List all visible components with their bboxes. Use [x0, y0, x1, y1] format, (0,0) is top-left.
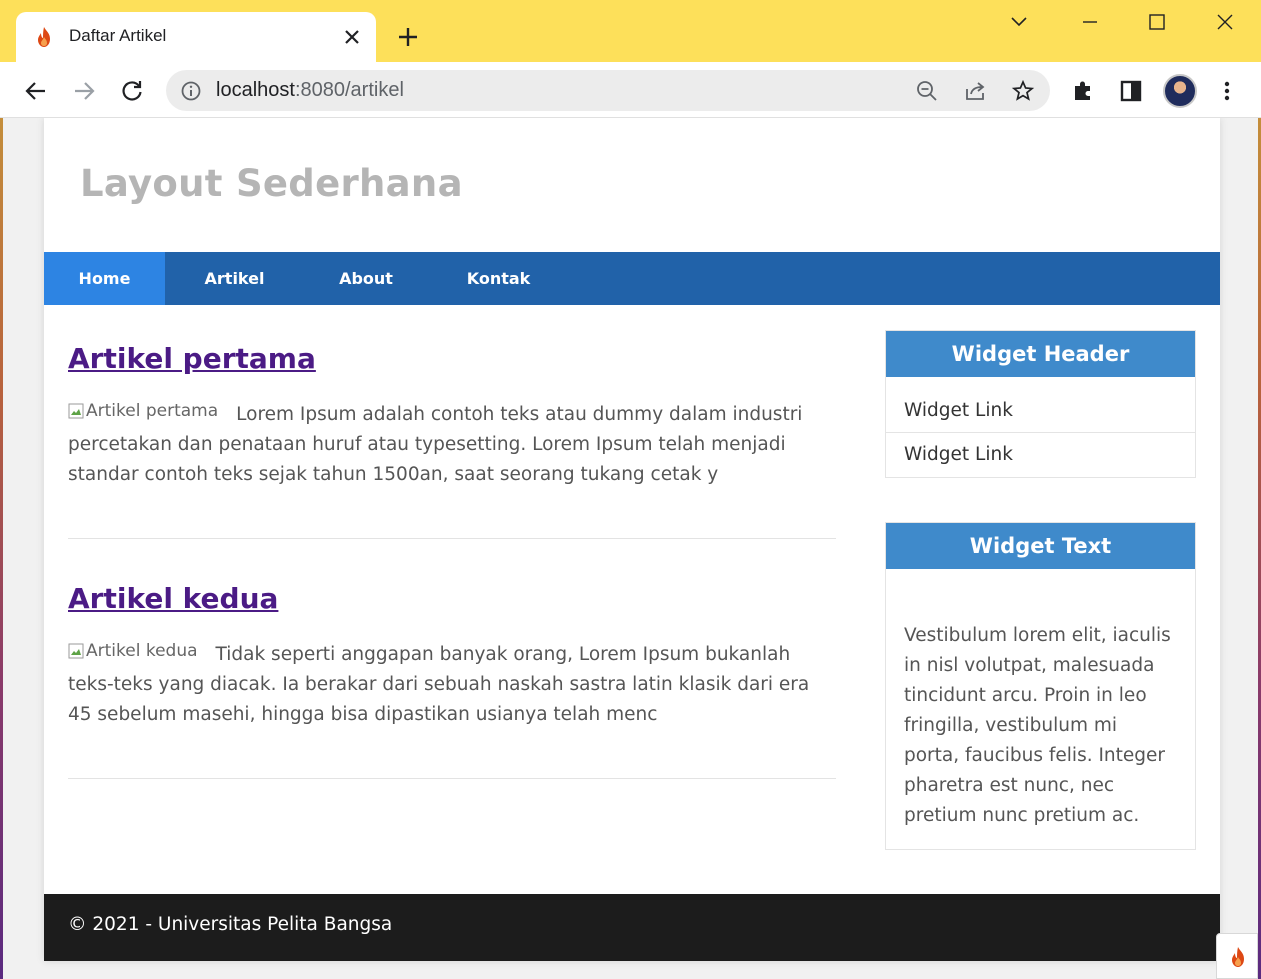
broken-image-icon: [68, 643, 84, 659]
debug-toolbar-toggle[interactable]: [1216, 933, 1258, 979]
side-panel-icon[interactable]: [1118, 78, 1144, 104]
reload-icon[interactable]: [119, 78, 145, 104]
puzzle-icon[interactable]: [1070, 78, 1096, 104]
codeigniter-flame-icon: [1232, 947, 1244, 967]
broken-image-icon: [68, 403, 84, 419]
page-container: Layout Sederhana Home Artikel About Kont…: [44, 118, 1220, 961]
footer-copyright: © 2021 - Universitas Pelita Bangsa: [68, 914, 393, 935]
address-bar[interactable]: localhost:8080/artikel: [166, 70, 1050, 111]
kebab-menu-icon[interactable]: [1214, 78, 1240, 104]
article-image-alt-1: Artikel pertama: [86, 401, 219, 421]
nav-artikel[interactable]: Artikel: [165, 252, 304, 305]
codeigniter-flame-icon: [38, 27, 50, 47]
widget-link[interactable]: Widget Link: [886, 389, 1195, 433]
widget-link[interactable]: Widget Link: [886, 433, 1195, 477]
article-divider: [68, 538, 836, 539]
close-icon[interactable]: [342, 27, 362, 47]
widget-header: Widget Header: [886, 331, 1195, 377]
site-title: Layout Sederhana: [80, 162, 463, 205]
browser-toolbar: localhost:8080/artikel: [0, 62, 1261, 118]
plus-icon[interactable]: [396, 25, 420, 49]
maximize-icon[interactable]: [1145, 10, 1169, 34]
page-footer: © 2021 - Universitas Pelita Bangsa: [44, 894, 1220, 961]
article-body-1: Artikel pertama Lorem Ipsum adalah conto…: [68, 400, 836, 490]
article-divider: [68, 778, 836, 779]
widget-text-body: Vestibulum lorem elit, iaculis in nisl v…: [904, 625, 1171, 826]
nav-about[interactable]: About: [304, 252, 428, 305]
window-close-icon[interactable]: [1213, 10, 1237, 34]
chevron-down-icon[interactable]: [1007, 10, 1031, 34]
avatar[interactable]: [1163, 74, 1197, 108]
article-image-2: Artikel kedua: [68, 640, 198, 662]
nav-kontak[interactable]: Kontak: [428, 252, 569, 305]
minimize-icon[interactable]: [1078, 10, 1102, 34]
article-image-1: Artikel pertama: [68, 400, 218, 422]
info-icon[interactable]: [180, 80, 202, 102]
url-host: localhost: [216, 79, 295, 101]
arrow-right-icon[interactable]: [71, 78, 97, 104]
zoom-out-icon[interactable]: [915, 79, 939, 103]
article-title-1[interactable]: Artikel pertama: [68, 342, 316, 375]
widget-header: Widget Text: [886, 523, 1195, 569]
browser-titlebar: Daftar Artikel: [0, 0, 1261, 62]
browser-tab[interactable]: Daftar Artikel: [16, 12, 376, 62]
arrow-left-icon[interactable]: [23, 78, 49, 104]
article-image-alt-2: Artikel kedua: [86, 641, 198, 661]
article-title-2[interactable]: Artikel kedua: [68, 582, 278, 615]
widget-text: Widget Text Vestibulum lorem elit, iacul…: [885, 522, 1196, 850]
page-viewport: Layout Sederhana Home Artikel About Kont…: [3, 118, 1258, 979]
tab-title: Daftar Artikel: [69, 26, 167, 45]
url-text[interactable]: localhost:8080/artikel: [216, 79, 404, 102]
widget-link-list: Widget Link Widget Link: [886, 377, 1195, 477]
star-icon[interactable]: [1011, 79, 1035, 103]
nav-home[interactable]: Home: [44, 252, 165, 305]
url-path: :8080/artikel: [294, 79, 404, 101]
share-icon[interactable]: [963, 79, 987, 103]
article-body-2: Artikel kedua Tidak seperti anggapan ban…: [68, 640, 836, 730]
main-navbar: Home Artikel About Kontak: [44, 252, 1220, 305]
widget-links: Widget Header Widget Link Widget Link: [885, 330, 1196, 478]
